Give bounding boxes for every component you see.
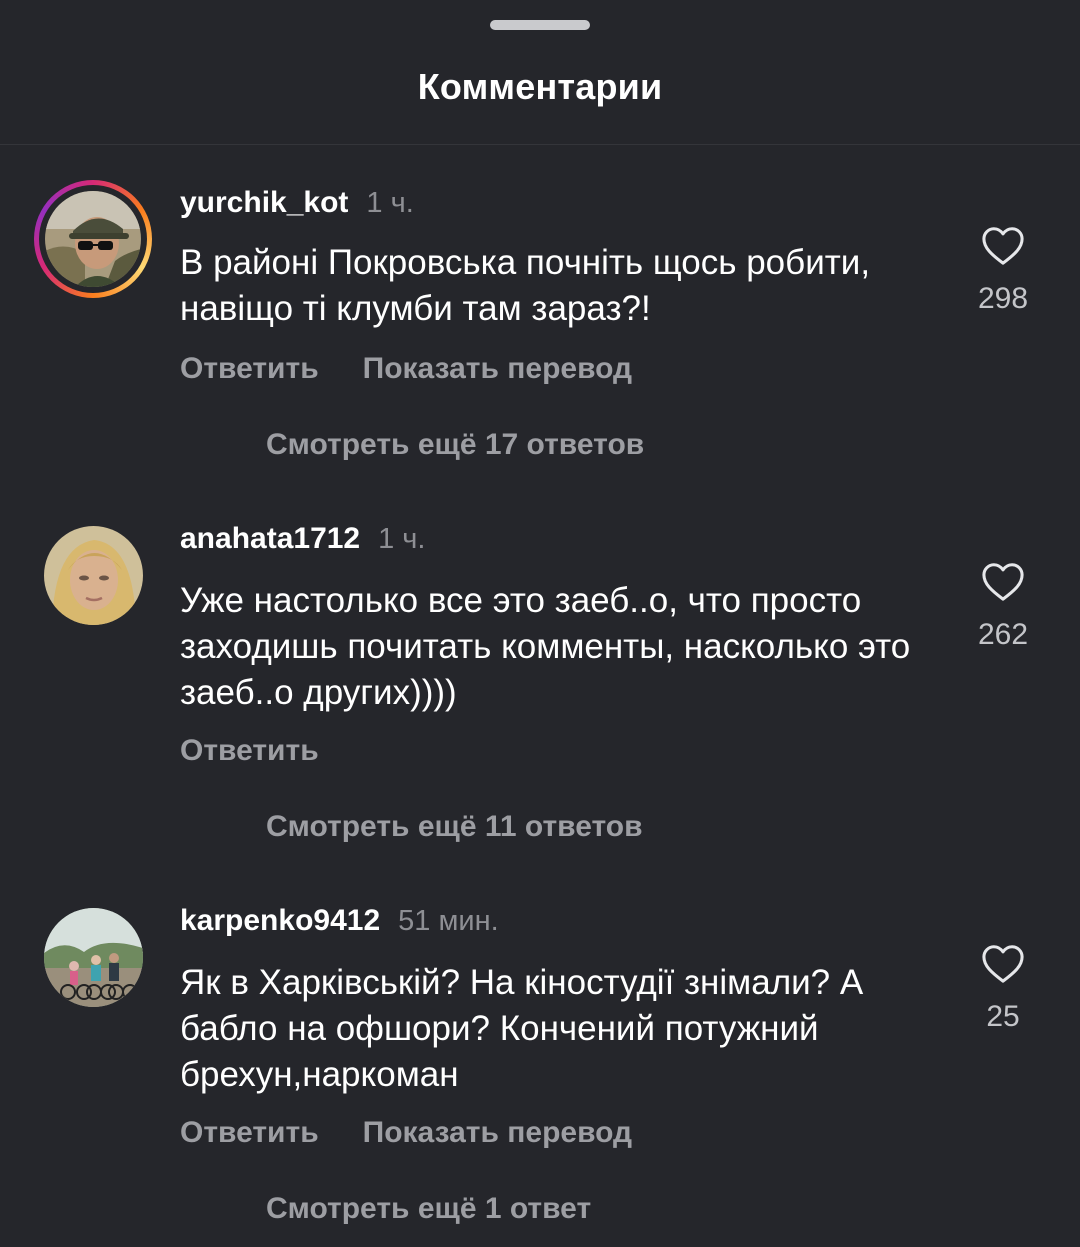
comment-timestamp: 1 ч.: [366, 187, 414, 219]
reply-button[interactable]: Ответить: [180, 352, 319, 385]
reply-button[interactable]: Ответить: [180, 734, 319, 767]
sheet-grab-handle[interactable]: [490, 20, 590, 30]
like-count: 262: [977, 618, 1029, 651]
reply-button[interactable]: Ответить: [180, 1116, 319, 1149]
comment-text: В районі Покровська почніть щось робити,…: [180, 243, 871, 328]
like-count: 25: [986, 1000, 1020, 1033]
comment-text: Як в Харківській? На кіностудії знімали?…: [180, 963, 864, 1094]
heart-icon[interactable]: [980, 224, 1026, 266]
avatar-family-bicycles-icon[interactable]: [44, 908, 143, 1007]
comment-text: Уже настолько все это заеб..о, что прост…: [180, 581, 911, 712]
show-translation-button[interactable]: Показать перевод: [363, 1116, 632, 1149]
comment-timestamp: 51 мин.: [398, 905, 499, 937]
sheet-title: Комментарии: [417, 66, 663, 107]
heart-icon[interactable]: [980, 942, 1026, 984]
comment-timestamp: 1 ч.: [378, 523, 426, 555]
header-divider: [0, 144, 1080, 145]
avatar[interactable]: [34, 180, 152, 298]
avatar-woman-portrait-icon[interactable]: [44, 526, 143, 625]
view-more-replies-button[interactable]: Смотреть ещё 17 ответов: [266, 428, 644, 462]
show-translation-button[interactable]: Показать перевод: [363, 352, 632, 385]
comments-sheet: Комментарии yurchik_kot 1 ч. В районі По…: [0, 0, 1080, 1247]
heart-icon[interactable]: [980, 560, 1026, 602]
view-more-replies-button[interactable]: Смотреть ещё 1 ответ: [266, 1192, 591, 1226]
avatar-man-sunglasses-cap-icon: [45, 191, 141, 287]
comment-username[interactable]: yurchik_kot: [180, 186, 348, 219]
like-count: 298: [977, 282, 1029, 315]
comment-username[interactable]: karpenko9412: [180, 904, 380, 937]
view-more-replies-button[interactable]: Смотреть ещё 11 ответов: [266, 810, 643, 844]
comment-username[interactable]: anahata1712: [180, 522, 360, 555]
